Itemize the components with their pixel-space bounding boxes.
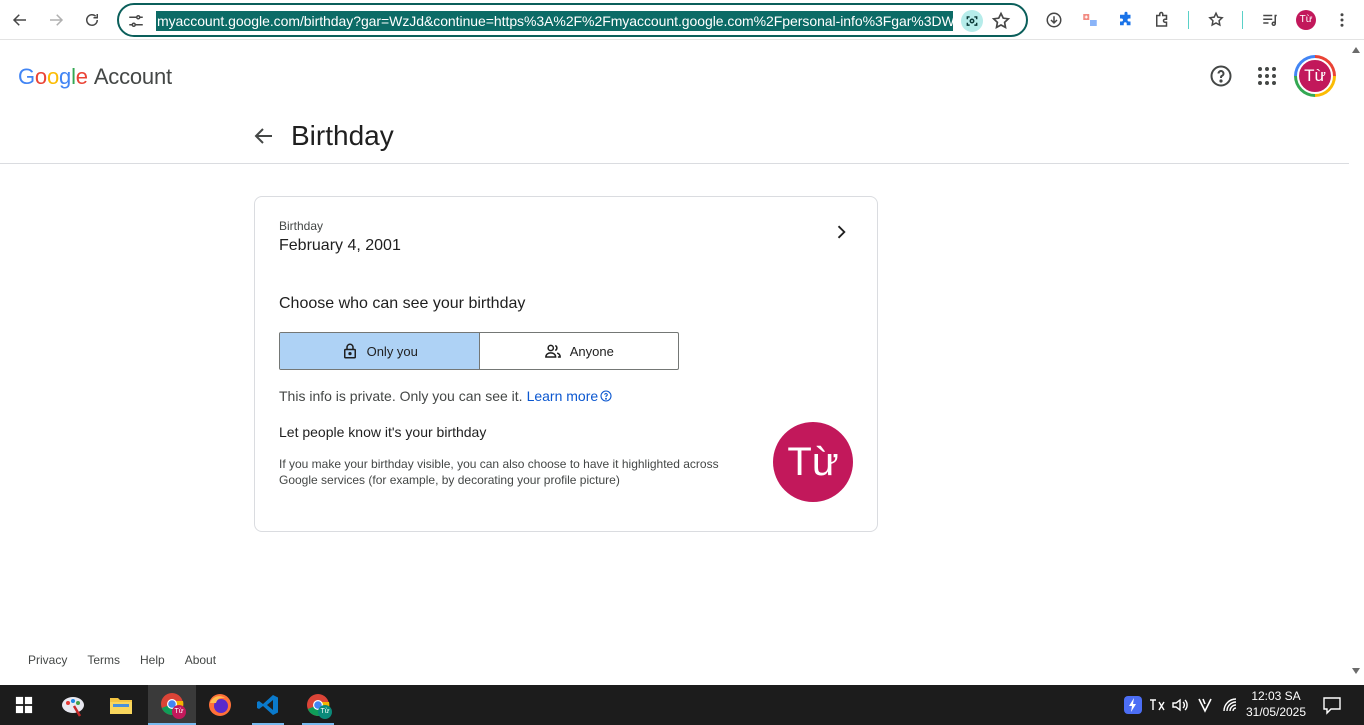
reload-button[interactable] — [78, 6, 106, 34]
taskbar-file-explorer[interactable] — [97, 685, 145, 725]
toolbar-divider — [1242, 11, 1243, 29]
logo-letter: o — [46, 64, 60, 89]
vscode-icon — [257, 695, 278, 715]
playlist-music-icon — [1263, 14, 1277, 26]
arrow-right-icon — [50, 14, 64, 26]
page-scrollbar[interactable] — [1349, 40, 1364, 685]
translate-extension-icon — [1083, 14, 1097, 26]
birthday-label: Birthday — [279, 219, 324, 233]
anyone-label: Anyone — [569, 343, 614, 359]
reload-icon — [86, 14, 98, 26]
page-title-bar: Birthday — [0, 108, 1349, 164]
scroll-down-arrow[interactable] — [1352, 668, 1360, 674]
logo-letter: g — [59, 64, 72, 89]
help-icon[interactable] — [1209, 64, 1233, 88]
logo-account-text: Account — [93, 64, 172, 89]
paint-app-icon — [62, 697, 84, 717]
birthday-value: February 4, 2001 — [279, 237, 401, 254]
site-settings-icon[interactable] — [127, 12, 145, 30]
privacy-info: This info is private. Only you can see i… — [279, 388, 612, 404]
bookmarks-button[interactable] — [1202, 6, 1230, 34]
account-avatar: Từ — [1297, 58, 1333, 94]
birthday-edit-row[interactable]: Birthday February 4, 2001 — [255, 197, 877, 269]
system-clock[interactable]: 12:03 SA 31/05/2025 — [1240, 688, 1312, 720]
firefox-icon — [209, 694, 231, 716]
visibility-toggle: Only you Anyone — [279, 332, 679, 370]
taskbar-chrome-active[interactable]: Từ — [148, 685, 196, 725]
only-you-label: Only you — [366, 343, 418, 359]
apps-grid-icon[interactable] — [1255, 64, 1279, 88]
clock-time: 12:03 SA — [1251, 689, 1301, 703]
logo-letter: e — [75, 64, 88, 89]
footer-link-terms[interactable]: Terms — [87, 653, 120, 667]
back-arrow-icon[interactable] — [252, 124, 276, 148]
back-button[interactable] — [6, 6, 34, 34]
media-controls-button[interactable] — [1256, 6, 1284, 34]
extensions-icon — [1156, 11, 1168, 27]
forward-button[interactable] — [42, 6, 70, 34]
taskbar-vscode[interactable] — [244, 685, 292, 725]
google-lens-button[interactable] — [961, 10, 983, 32]
windows-logo-icon — [15, 696, 33, 714]
folder-icon — [110, 698, 132, 714]
privacy-text: This info is private. Only you can see i… — [279, 388, 523, 404]
browser-toolbar: myaccount.google.com/birthday?gar=WzJd&c… — [0, 0, 1364, 40]
visibility-heading: Choose who can see your birthday — [279, 295, 526, 312]
chrome-menu-button[interactable] — [1328, 6, 1356, 34]
logo-letter: G — [18, 64, 35, 89]
notification-icon[interactable] — [1322, 695, 1342, 715]
birthday-card: Birthday February 4, 2001 Choose who can… — [254, 196, 878, 532]
lens-icon — [966, 16, 978, 26]
page-footer: Privacy Terms Help About — [28, 653, 216, 667]
wifi-icon[interactable] — [1221, 696, 1239, 714]
page-title: Birthday — [291, 120, 394, 151]
chevron-right-icon — [837, 225, 846, 239]
google-account-logo[interactable]: Google Account — [18, 64, 172, 90]
downloads-button[interactable] — [1040, 6, 1068, 34]
chrome-profile-badge: Từ — [318, 705, 332, 719]
taskbar-paint-app[interactable] — [49, 685, 97, 725]
only-you-option[interactable]: Only you — [280, 333, 480, 369]
bolt-app-icon[interactable] — [1124, 696, 1142, 714]
anyone-option[interactable]: Anyone — [480, 333, 679, 369]
star-list-icon — [1208, 11, 1224, 27]
lock-icon — [343, 343, 356, 359]
scroll-up-arrow[interactable] — [1352, 47, 1360, 53]
account-avatar-button[interactable]: Từ — [1294, 55, 1336, 97]
clock-date: 31/05/2025 — [1245, 705, 1307, 719]
footer-link-privacy[interactable]: Privacy — [28, 653, 67, 667]
let-people-description: If you make your birthday visible, you c… — [279, 457, 719, 487]
profile-picture-preview: Từ — [773, 422, 853, 502]
taskbar-chrome-second[interactable]: Từ — [294, 685, 342, 725]
extension-puzzle-button[interactable] — [1112, 6, 1140, 34]
start-button[interactable] — [0, 685, 48, 725]
account-header: Google Account Từ — [0, 44, 1349, 108]
profile-avatar[interactable]: Từ — [1296, 10, 1316, 30]
help-circle-icon[interactable] — [600, 390, 612, 402]
extensions-menu-button[interactable] — [1148, 6, 1176, 34]
puzzle-piece-icon — [1120, 11, 1131, 26]
input-method-icon[interactable] — [1148, 696, 1166, 714]
chrome-profile-badge: Từ — [172, 705, 186, 719]
windows-taskbar: Từ Từ 12:03 SA 31/05/2025 — [0, 685, 1364, 725]
volume-icon[interactable] — [1171, 696, 1189, 714]
extension-translate-button[interactable] — [1076, 6, 1104, 34]
url-text[interactable]: myaccount.google.com/birthday?gar=WzJd&c… — [156, 11, 953, 31]
footer-link-help[interactable]: Help — [140, 653, 165, 667]
address-bar[interactable]: myaccount.google.com/birthday?gar=WzJd&c… — [117, 3, 1028, 37]
logo-letter: o — [34, 64, 47, 89]
people-icon — [544, 344, 561, 358]
footer-link-about[interactable]: About — [185, 653, 216, 667]
bookmark-star-icon[interactable] — [991, 11, 1011, 31]
vpn-v-icon[interactable] — [1196, 696, 1214, 714]
toolbar-divider — [1188, 11, 1189, 29]
arrow-left-icon — [12, 14, 26, 26]
let-people-heading: Let people know it's your birthday — [279, 424, 487, 440]
learn-more-link[interactable]: Learn more — [527, 388, 599, 404]
more-vert-icon — [1340, 13, 1344, 27]
taskbar-firefox[interactable] — [196, 685, 244, 725]
download-icon — [1046, 12, 1062, 28]
